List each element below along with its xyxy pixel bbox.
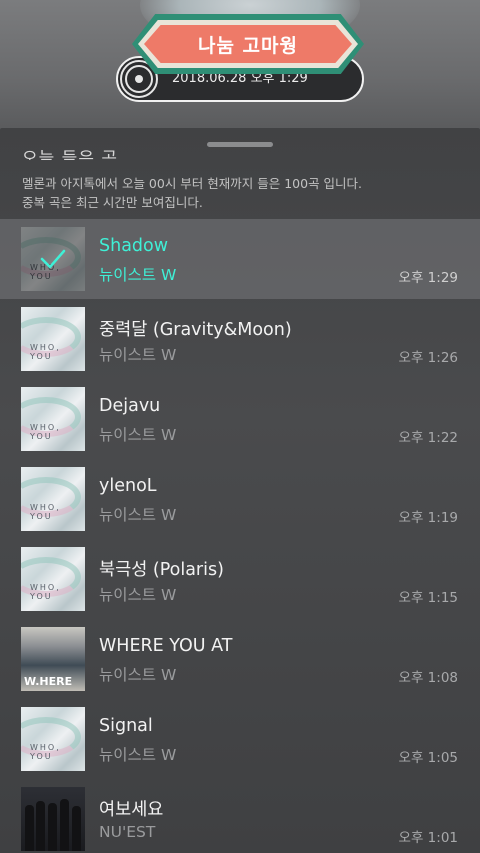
song-list: WHO, YOU Shadow 뉴이스트 W 오후 1:29 WHO, YOU … xyxy=(0,219,480,853)
album-art: WHO, YOU xyxy=(21,387,85,451)
song-artist: 뉴이스트 W xyxy=(99,346,177,364)
album-art: W.HERE xyxy=(21,627,85,691)
song-row[interactable]: WHO, YOU ylenoL 뉴이스트 W 오후 1:19 xyxy=(0,459,480,539)
song-title: 북극성 (Polaris) xyxy=(99,560,224,580)
album-art xyxy=(21,787,85,851)
song-row[interactable]: W.HERE WHERE YOU AT 뉴이스트 W 오후 1:08 xyxy=(0,619,480,699)
song-row[interactable]: WHO, YOU 북극성 (Polaris) 뉴이스트 W 오후 1:15 xyxy=(0,539,480,619)
song-title: Signal xyxy=(99,716,153,736)
title-banner: 나눔 고마웡 xyxy=(132,14,364,74)
played-time: 오후 1:22 xyxy=(398,430,458,446)
song-title: Dejavu xyxy=(99,396,161,416)
song-row[interactable]: WHO, YOU Shadow 뉴이스트 W 오후 1:29 xyxy=(0,219,480,299)
song-artist: 뉴이스트 W xyxy=(99,266,177,284)
song-row[interactable]: WHO, YOU Dejavu 뉴이스트 W 오후 1:22 xyxy=(0,379,480,459)
album-art: WHO, YOU xyxy=(21,707,85,771)
song-artist: 뉴이스트 W xyxy=(99,666,177,684)
banner-title: 나눔 고마웡 xyxy=(197,34,298,57)
song-artist: 뉴이스트 W xyxy=(99,506,177,524)
song-row[interactable]: WHO, YOU Signal 뉴이스트 W 오후 1:05 xyxy=(0,699,480,779)
song-row[interactable]: WHO, YOU 중력달 (Gravity&Moon) 뉴이스트 W 오후 1:… xyxy=(0,299,480,379)
song-title: 중력달 (Gravity&Moon) xyxy=(99,320,292,340)
song-artist: NU'EST xyxy=(99,823,156,841)
song-list-sheet: 오늘 들은 곡 멜론과 아지톡에서 오늘 00시 부터 현재까지 들은 100곡… xyxy=(0,128,480,853)
played-time: 오후 1:15 xyxy=(398,590,458,606)
song-title: 여보세요 xyxy=(99,800,164,820)
album-art: WHO, YOU xyxy=(21,307,85,371)
played-time: 오후 1:19 xyxy=(398,510,458,526)
played-time: 오후 1:29 xyxy=(398,270,458,286)
song-title: ylenoL xyxy=(99,476,157,496)
song-title: WHERE YOU AT xyxy=(99,636,233,656)
song-artist: 뉴이스트 W xyxy=(99,426,177,444)
drag-handle[interactable] xyxy=(207,142,273,147)
played-time: 오후 1:05 xyxy=(398,750,458,766)
album-art: WHO, YOU xyxy=(21,467,85,531)
song-artist: 뉴이스트 W xyxy=(99,586,177,604)
album-art: WHO, YOU xyxy=(21,547,85,611)
played-time: 오후 1:08 xyxy=(398,670,458,686)
album-art: WHO, YOU xyxy=(21,227,85,291)
played-time: 오후 1:26 xyxy=(398,350,458,366)
sheet-title: 오늘 들은 곡 xyxy=(22,149,119,160)
song-title: Shadow xyxy=(99,236,169,256)
song-row[interactable]: 여보세요 NU'EST 오후 1:01 xyxy=(0,779,480,853)
sheet-description: 멜론과 아지톡에서 오늘 00시 부터 현재까지 들은 100곡 입니다. 중복… xyxy=(22,176,363,210)
song-artist: 뉴이스트 W xyxy=(99,746,177,764)
played-time: 오후 1:01 xyxy=(398,830,458,846)
